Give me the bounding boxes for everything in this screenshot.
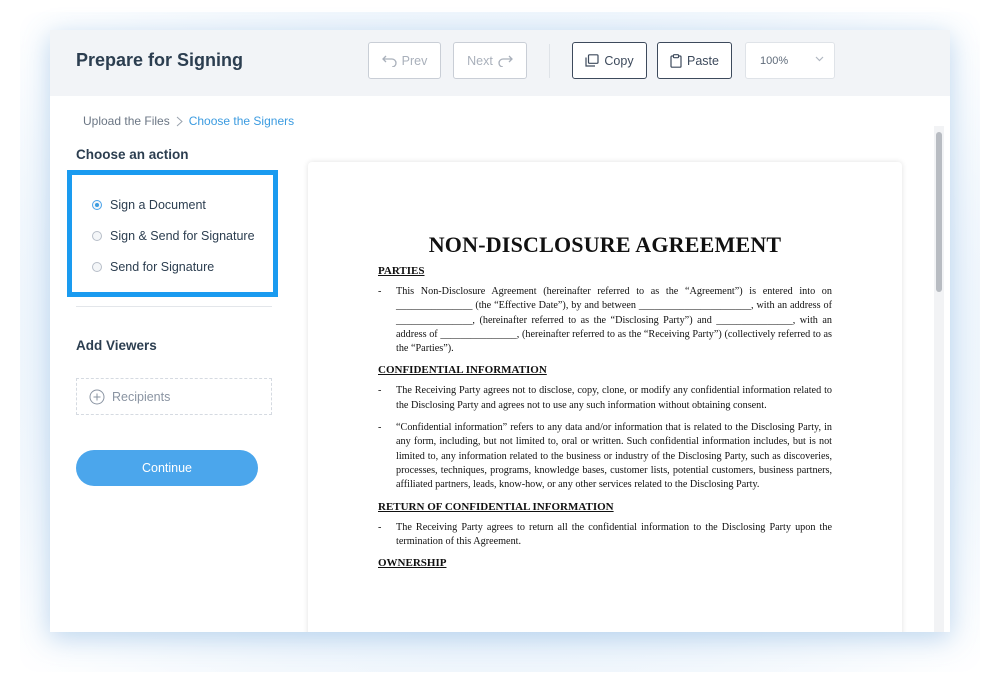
app-window: Prepare for Signing Prev Next Copy Paste… bbox=[50, 30, 950, 632]
add-viewers-title: Add Viewers bbox=[76, 338, 157, 353]
section-paragraph: “Confidential information” refers to any… bbox=[378, 421, 832, 492]
recipients-field[interactable]: Recipients bbox=[76, 378, 272, 415]
action-send-for-signature[interactable]: Send for Signature bbox=[92, 260, 214, 274]
paste-label: Paste bbox=[687, 53, 719, 68]
header-bar: Prepare for Signing Prev Next Copy Paste… bbox=[50, 30, 950, 96]
next-button[interactable]: Next bbox=[453, 42, 527, 79]
redo-arrow-icon bbox=[498, 55, 513, 67]
section-heading: PARTIES bbox=[378, 265, 425, 277]
continue-button[interactable]: Continue bbox=[76, 450, 258, 486]
action-label: Sign a Document bbox=[110, 198, 206, 212]
plus-circle-icon bbox=[89, 389, 105, 404]
action-sign-and-send[interactable]: Sign & Send for Signature bbox=[92, 229, 255, 243]
paste-button[interactable]: Paste bbox=[657, 42, 732, 79]
breadcrumb: Upload the Files Choose the Signers bbox=[83, 114, 294, 128]
radio-selected[interactable] bbox=[92, 200, 102, 210]
chevron-right-icon bbox=[176, 116, 183, 126]
section-paragraph: The Receiving Party agrees not to disclo… bbox=[378, 384, 832, 413]
section-heading: RETURN OF CONFIDENTIAL INFORMATION bbox=[378, 500, 614, 513]
copy-label: Copy bbox=[604, 53, 634, 68]
prev-button[interactable]: Prev bbox=[368, 42, 441, 79]
chevron-down-icon bbox=[815, 56, 824, 62]
zoom-select[interactable]: 100% bbox=[745, 42, 835, 79]
clipboard-icon bbox=[670, 53, 682, 68]
action-sign-document[interactable]: Sign a Document bbox=[92, 198, 206, 212]
recipients-label: Recipients bbox=[112, 389, 171, 404]
document-page: NON-DISCLOSURE AGREEMENT PARTIES This No… bbox=[308, 162, 902, 632]
scrollbar-thumb[interactable] bbox=[936, 132, 942, 292]
prev-label: Prev bbox=[401, 53, 428, 68]
action-label: Send for Signature bbox=[110, 260, 215, 274]
action-label: Sign & Send for Signature bbox=[110, 229, 255, 243]
radio-unselected[interactable] bbox=[92, 262, 102, 272]
next-label: Next bbox=[467, 53, 493, 68]
toolbar-separator bbox=[549, 44, 550, 78]
sidebar-divider bbox=[76, 306, 272, 307]
section-heading: CONFIDENTIAL INFORMATION bbox=[378, 364, 547, 377]
radio-unselected[interactable] bbox=[92, 231, 102, 241]
section-heading: OWNERSHIP bbox=[378, 557, 447, 570]
undo-arrow-icon bbox=[381, 55, 397, 67]
breadcrumb-signers[interactable]: Choose the Signers bbox=[189, 114, 294, 128]
action-radio-group: Sign a Document Sign & Send for Signatur… bbox=[67, 170, 278, 297]
page-title: Prepare for Signing bbox=[76, 50, 244, 70]
section-paragraph: This Non-Disclosure Agreement (hereinaft… bbox=[378, 285, 832, 356]
zoom-value: 100% bbox=[760, 54, 789, 67]
document-title: NON-DISCLOSURE AGREEMENT bbox=[428, 232, 782, 257]
choose-action-title: Choose an action bbox=[76, 147, 189, 162]
copy-icon bbox=[585, 54, 600, 67]
section-paragraph: The Receiving Party agrees to return all… bbox=[378, 521, 832, 550]
breadcrumb-upload[interactable]: Upload the Files bbox=[83, 114, 170, 128]
copy-button[interactable]: Copy bbox=[572, 42, 647, 79]
